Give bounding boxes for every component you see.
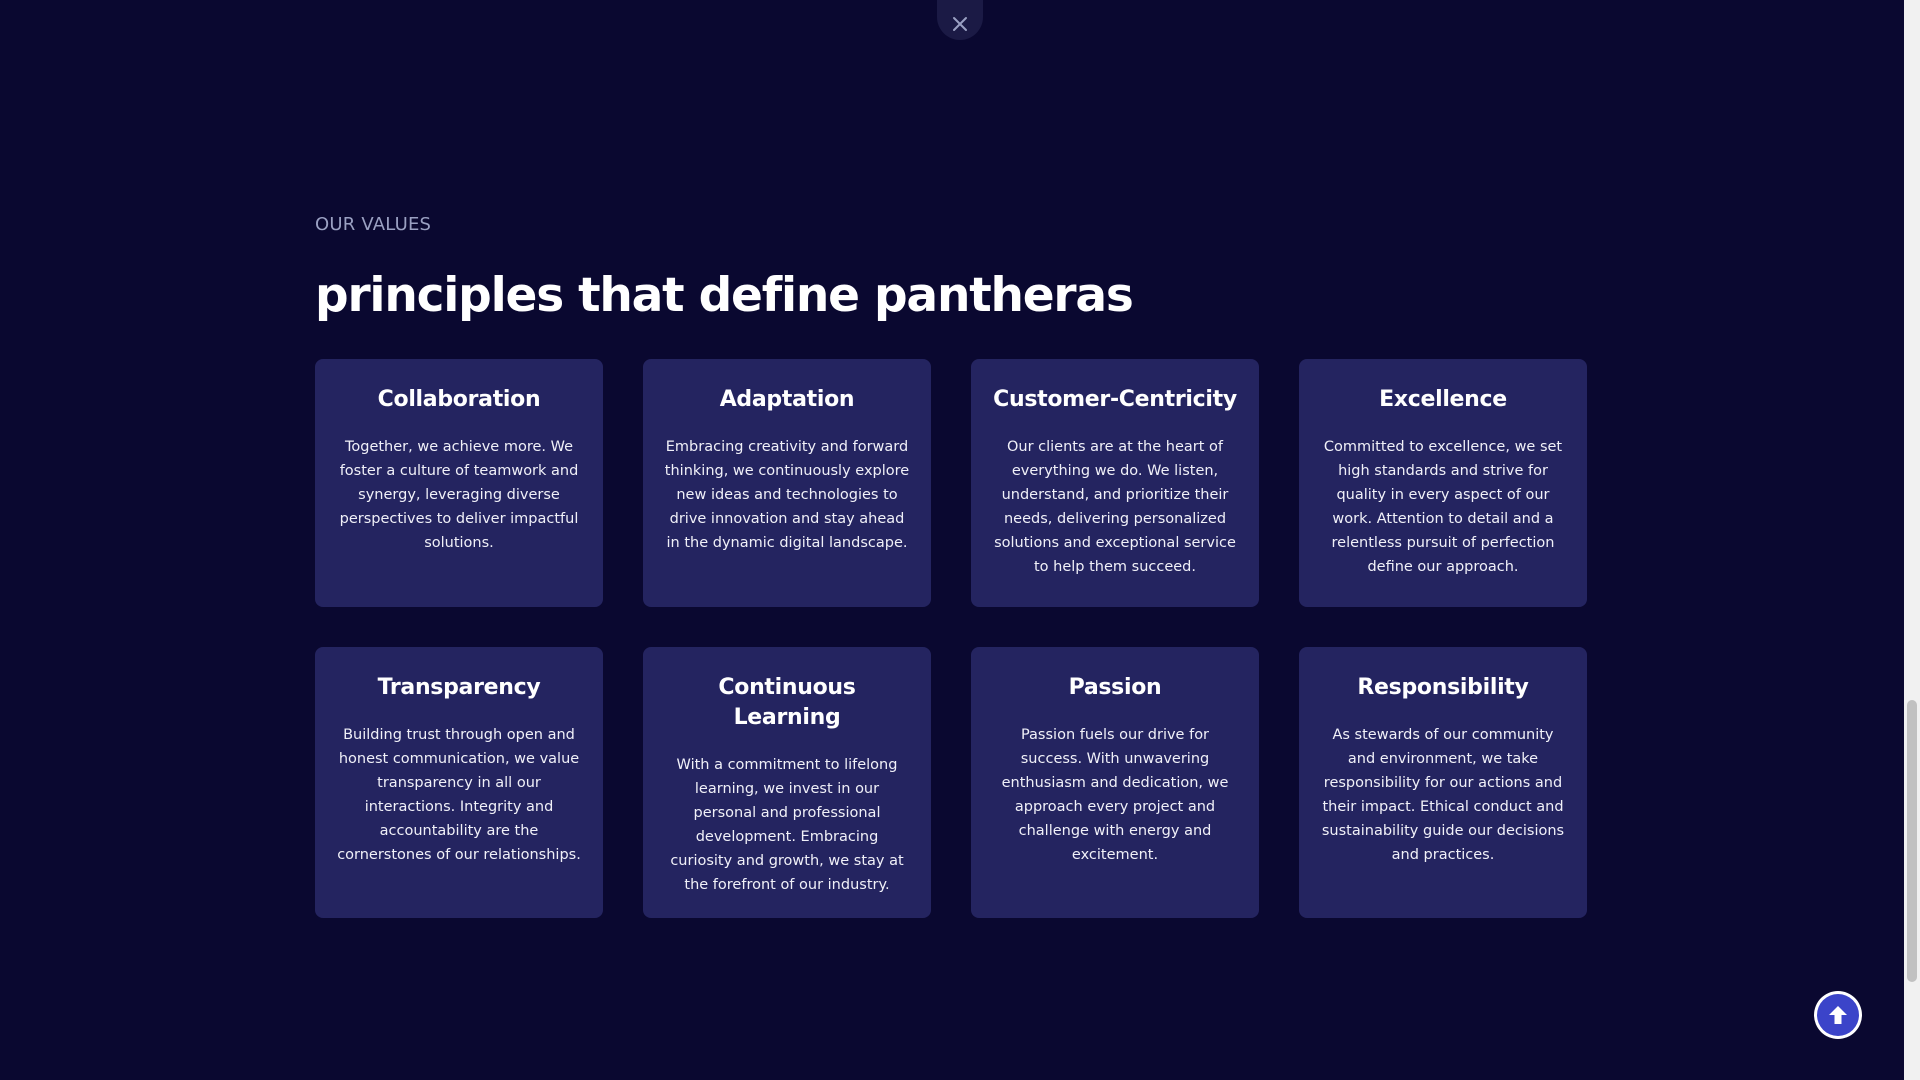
card-title: Responsibility <box>1357 675 1529 700</box>
value-card-responsibility: Responsibility As stewards of our commun… <box>1299 647 1587 918</box>
card-title: Adaptation <box>719 387 855 412</box>
card-description: With a commitment to lifelong learning, … <box>670 757 904 893</box>
card-title: Transparency <box>377 675 541 700</box>
card-title: Excellence <box>1379 387 1507 412</box>
value-card-collaboration: Collaboration Together, we achieve more.… <box>315 359 603 607</box>
card-title: Collaboration <box>377 387 541 412</box>
card-title: Passion <box>1068 675 1162 700</box>
card-description: Our clients are at the heart of everythi… <box>994 439 1236 575</box>
card-description: Building trust through open and honest c… <box>337 727 581 863</box>
card-title: Continuous Learning <box>718 675 856 730</box>
close-icon <box>952 16 968 32</box>
card-description: As stewards of our community and environ… <box>1321 727 1565 863</box>
card-title: Customer-Centricity <box>993 387 1237 412</box>
close-button[interactable] <box>937 0 983 40</box>
value-card-continuous-learning: Continuous Learning With a commitment to… <box>643 647 931 918</box>
value-card-transparency: Transparency Building trust through open… <box>315 647 603 918</box>
page-scrollbar[interactable] <box>1904 0 1920 1080</box>
card-description: Passion fuels our drive for success. Wit… <box>1001 727 1229 863</box>
section-heading: principles that define pantheras <box>315 268 1134 323</box>
value-card-adaptation: Adaptation Embracing creativity and forw… <box>643 359 931 607</box>
section-eyebrow: OUR VALUES <box>315 214 432 235</box>
value-card-excellence: Excellence Committed to excellence, we s… <box>1299 359 1587 607</box>
card-description: Committed to excellence, we set high sta… <box>1323 439 1563 575</box>
value-card-customer-centricity: Customer-Centricity Our clients are at t… <box>971 359 1259 607</box>
arrow-up-circle-icon <box>1817 994 1859 1036</box>
scroll-to-top-button[interactable] <box>1814 991 1862 1039</box>
values-section: OUR VALUES principles that define panthe… <box>315 210 1590 918</box>
page: OUR VALUES principles that define panthe… <box>0 0 1920 1080</box>
card-description: Embracing creativity and forward thinkin… <box>664 439 910 551</box>
card-description: Together, we achieve more. We foster a c… <box>339 439 579 551</box>
scrollbar-thumb[interactable] <box>1907 700 1917 982</box>
value-card-passion: Passion Passion fuels our drive for succ… <box>971 647 1259 918</box>
